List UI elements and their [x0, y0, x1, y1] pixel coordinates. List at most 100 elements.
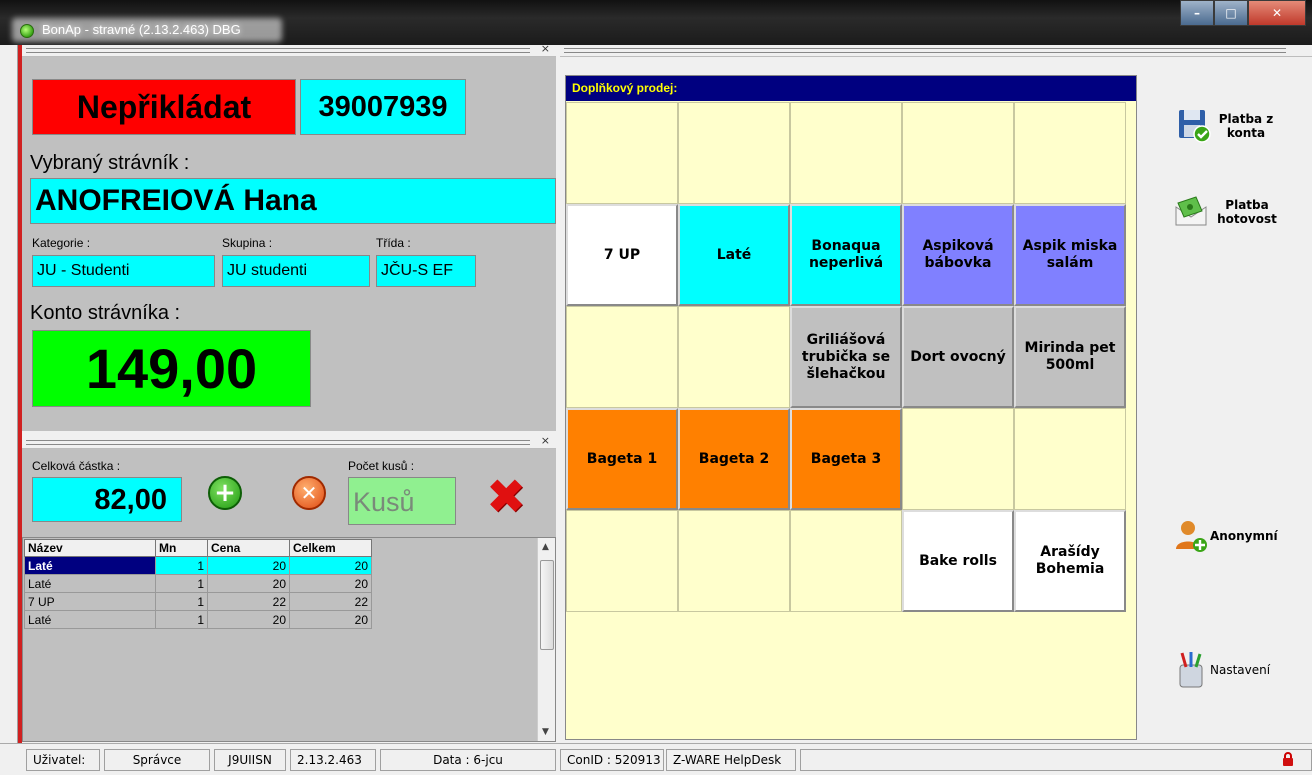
empty-product-slot	[566, 510, 678, 612]
status-con-id: ConID : 520913	[560, 749, 664, 771]
cell-name: Laté	[24, 610, 156, 629]
product-button[interactable]: Griliášová trubička se šlehačkou	[790, 306, 902, 408]
count-input[interactable]: Kusů	[348, 477, 456, 525]
cell-price: 22	[207, 592, 290, 611]
product-button[interactable]: Mirinda pet 500ml	[1014, 306, 1126, 408]
product-button[interactable]: Bageta 3	[790, 408, 902, 510]
splitter-top-right[interactable]	[560, 45, 1312, 57]
splitter-close-icon[interactable]: ×	[541, 434, 550, 447]
maximize-button[interactable]: □	[1214, 0, 1248, 26]
add-item-button[interactable]: +	[208, 476, 242, 510]
product-button[interactable]: Aspik miska salám	[1014, 204, 1126, 306]
splitter-grip	[564, 48, 1286, 53]
left-edge	[0, 45, 18, 775]
table-row[interactable]: Laté 1 20 20	[24, 610, 372, 629]
floppy-check-icon	[1176, 107, 1214, 145]
selected-customer-label: Vybraný strávník :	[30, 152, 190, 174]
customer-panel: Nepřikládat 39007939 Vybraný strávník : …	[22, 57, 556, 431]
empty-product-slot	[902, 102, 1014, 204]
product-button[interactable]: Dort ovocný	[902, 306, 1014, 408]
empty-product-slot	[1014, 408, 1126, 510]
cell-total: 20	[289, 574, 372, 593]
product-button[interactable]: Bageta 2	[678, 408, 790, 510]
settings-label: Nastavení	[1210, 663, 1271, 677]
scroll-thumb[interactable]	[540, 560, 554, 650]
cell-price: 20	[207, 610, 290, 629]
items-scrollbar[interactable]: ▲ ▼	[537, 538, 555, 741]
cancel-order-icon[interactable]: ✖	[486, 473, 526, 521]
total-amount: 82,00	[32, 477, 182, 522]
close-window-button[interactable]: ✕	[1248, 0, 1306, 26]
account-label: Konto strávníka :	[30, 302, 181, 324]
plus-icon: +	[214, 478, 236, 508]
empty-product-slot	[678, 510, 790, 612]
empty-product-slot	[790, 510, 902, 612]
empty-product-slot	[678, 102, 790, 204]
scroll-down-icon[interactable]: ▼	[542, 727, 549, 737]
app-window: BonAp - stravné (2.13.2.463) DBG – □ ✕ ×…	[0, 0, 1312, 775]
cell-total: 20	[289, 610, 372, 629]
table-row[interactable]: Laté 1 20 20	[24, 556, 372, 575]
product-button[interactable]: Aspiková bábovka	[902, 204, 1014, 306]
window-controls: – □ ✕	[1180, 0, 1306, 28]
column-header-total[interactable]: Celkem	[289, 539, 372, 557]
add-user-icon	[1172, 517, 1210, 555]
product-button[interactable]: Bageta 1	[566, 408, 678, 510]
scroll-up-icon[interactable]: ▲	[542, 542, 549, 552]
status-helpdesk[interactable]: Z-WARE HelpDesk	[666, 749, 796, 771]
cell-qty: 1	[155, 592, 208, 611]
table-row[interactable]: 7 UP 1 22 22	[24, 592, 372, 611]
product-label: Aspiková bábovka	[922, 238, 994, 271]
cell-price: 20	[207, 574, 290, 593]
lock-icon	[1282, 752, 1294, 766]
cross-icon: ✕	[300, 481, 318, 505]
splitter-close-icon[interactable]: ×	[541, 42, 550, 55]
sale-panel-header: Doplňkový prodej:	[566, 76, 1136, 101]
anonymous-button[interactable]: Anonymní	[1172, 517, 1284, 555]
product-label: Mirinda pet 500ml	[1024, 340, 1116, 373]
product-label: Aspik miska salám	[1022, 238, 1118, 271]
category-field: JU - Studenti	[32, 255, 215, 287]
product-label: Bageta 1	[586, 450, 658, 467]
splitter-middle[interactable]: ×	[22, 434, 556, 449]
status-empty	[800, 749, 1312, 771]
product-button[interactable]: Bonaqua neperlivá	[790, 204, 902, 306]
table-header-row: Název Mn Cena Celkem	[24, 539, 372, 557]
cell-qty: 1	[155, 556, 208, 575]
splitter-grip	[26, 440, 530, 445]
anonymous-label: Anonymní	[1210, 529, 1278, 543]
supplementary-sale-panel: Doplňkový prodej: 7 UP Laté Bonaqua neperl…	[565, 75, 1137, 740]
product-label: Bageta 2	[698, 450, 770, 467]
empty-product-slot	[566, 306, 678, 408]
empty-product-slot	[566, 102, 678, 204]
card-number: 39007939	[300, 79, 466, 135]
product-button[interactable]: 7 UP	[566, 204, 678, 306]
status-user: Správce	[104, 749, 210, 771]
status-station: J9UIISN	[214, 749, 286, 771]
remove-item-button[interactable]: ✕	[292, 476, 326, 510]
customer-name: ANOFREIOVÁ Hana	[30, 178, 556, 224]
cell-name: Laté	[24, 556, 156, 575]
envelope-cash-icon	[1172, 193, 1210, 231]
table-row[interactable]: Laté 1 20 20	[24, 574, 372, 593]
status-data: Data : 6-jcu	[380, 749, 556, 771]
minimize-button[interactable]: –	[1180, 0, 1214, 26]
settings-button[interactable]: Nastavení	[1172, 651, 1284, 689]
items-table: Název Mn Cena Celkem Laté 1 20 20 Laté 1…	[24, 539, 372, 629]
pay-account-button[interactable]: Platba z konta	[1176, 107, 1278, 145]
pay-cash-button[interactable]: Platba hotovost	[1172, 193, 1284, 231]
cell-qty: 1	[155, 574, 208, 593]
product-button[interactable]: Arašídy Bohemia	[1014, 510, 1126, 612]
pencil-cup-icon	[1172, 651, 1210, 689]
column-header-price[interactable]: Cena	[207, 539, 290, 557]
splitter-top-left[interactable]: ×	[22, 42, 556, 57]
column-header-qty[interactable]: Mn	[155, 539, 208, 557]
product-button[interactable]: Laté	[678, 204, 790, 306]
product-label: Arašídy Bohemia	[1035, 544, 1105, 577]
order-summary: Celková částka : 82,00 + ✕ Počet kusů : …	[22, 449, 556, 537]
product-label: Bake rolls	[919, 552, 997, 569]
column-header-name[interactable]: Název	[24, 539, 156, 557]
group-field: JU studenti	[222, 255, 370, 287]
product-button[interactable]: Bake rolls	[902, 510, 1014, 612]
title-bar: BonAp - stravné (2.13.2.463) DBG – □ ✕	[0, 0, 1312, 45]
